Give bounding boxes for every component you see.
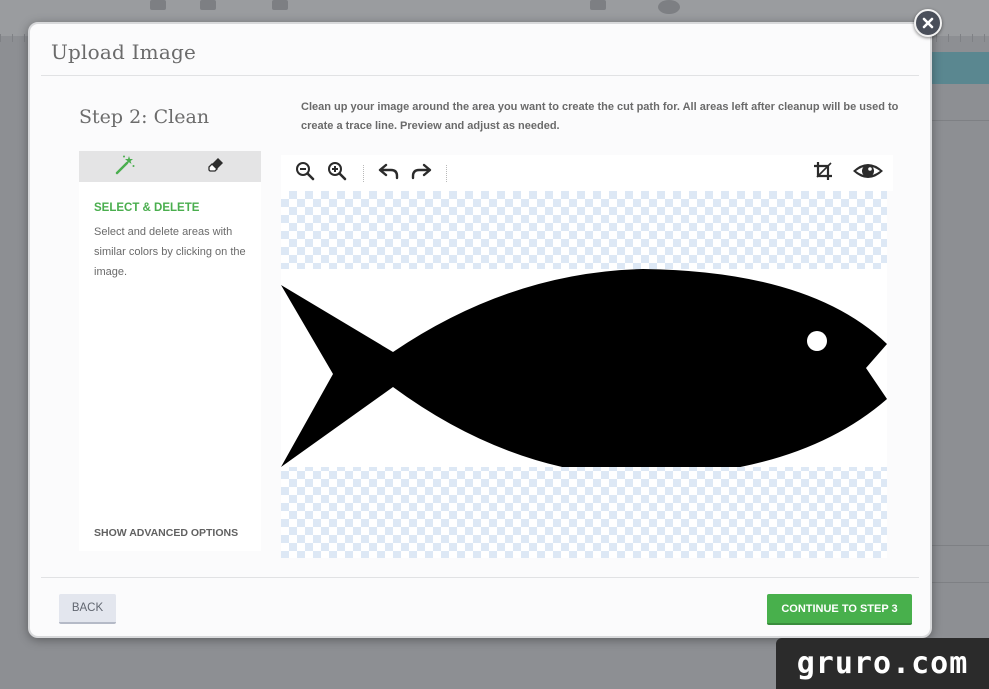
step-title: Step 2: Clean bbox=[79, 106, 210, 128]
preview-eye-icon bbox=[852, 161, 884, 185]
background-divider bbox=[930, 120, 989, 121]
watermark: gruro.com bbox=[776, 638, 989, 689]
eraser-icon bbox=[207, 156, 225, 178]
undo-app-icon bbox=[272, 0, 288, 10]
magic-wand-icon bbox=[114, 154, 136, 180]
tool-description: Select and delete areas with similar col… bbox=[94, 226, 246, 278]
undo-button[interactable] bbox=[375, 159, 403, 187]
close-icon bbox=[922, 14, 934, 33]
arrange-icon bbox=[590, 0, 606, 10]
save-icon bbox=[200, 0, 216, 10]
tab-select-delete[interactable] bbox=[79, 151, 170, 182]
back-button[interactable]: BACK bbox=[59, 594, 116, 624]
zoom-in-icon bbox=[327, 161, 347, 185]
redo-button[interactable] bbox=[407, 159, 435, 187]
continue-to-step-3-button[interactable]: CONTINUE TO STEP 3 bbox=[767, 594, 912, 625]
tool-tabs bbox=[79, 151, 261, 182]
image-canvas[interactable] bbox=[281, 191, 887, 558]
app-circle-icon bbox=[658, 0, 680, 14]
background-layers-panel bbox=[930, 52, 989, 84]
redo-icon bbox=[410, 162, 432, 184]
crop-button[interactable] bbox=[809, 159, 837, 187]
tool-heading: SELECT & DELETE bbox=[94, 202, 200, 214]
background-divider bbox=[930, 545, 989, 546]
zoom-in-button[interactable] bbox=[323, 159, 351, 187]
toolbar-separator bbox=[446, 165, 447, 182]
show-advanced-options-link[interactable]: SHOW ADVANCED OPTIONS bbox=[94, 527, 238, 539]
tab-eraser[interactable] bbox=[170, 151, 261, 182]
close-modal-button[interactable] bbox=[914, 9, 942, 37]
modal-divider-bottom bbox=[41, 577, 919, 578]
tool-panel: SELECT & DELETE Select and delete areas … bbox=[79, 151, 261, 551]
zoom-out-button[interactable] bbox=[291, 159, 319, 187]
instructions-text: Clean up your image around the area you … bbox=[301, 101, 899, 132]
file-icon bbox=[150, 0, 166, 10]
uploaded-image[interactable] bbox=[281, 269, 887, 477]
upload-image-modal: Upload Image Step 2: Clean Clean up your… bbox=[28, 22, 932, 638]
toolbar-separator bbox=[363, 165, 364, 182]
crop-icon bbox=[813, 161, 833, 185]
canvas-toolbar bbox=[281, 155, 893, 191]
undo-icon bbox=[378, 162, 400, 184]
fish-silhouette-image[interactable] bbox=[281, 269, 887, 477]
background-divider bbox=[930, 582, 989, 583]
zoom-out-icon bbox=[295, 161, 315, 185]
modal-divider-top bbox=[41, 75, 919, 76]
modal-title: Upload Image bbox=[51, 40, 197, 64]
preview-button[interactable] bbox=[851, 159, 885, 187]
